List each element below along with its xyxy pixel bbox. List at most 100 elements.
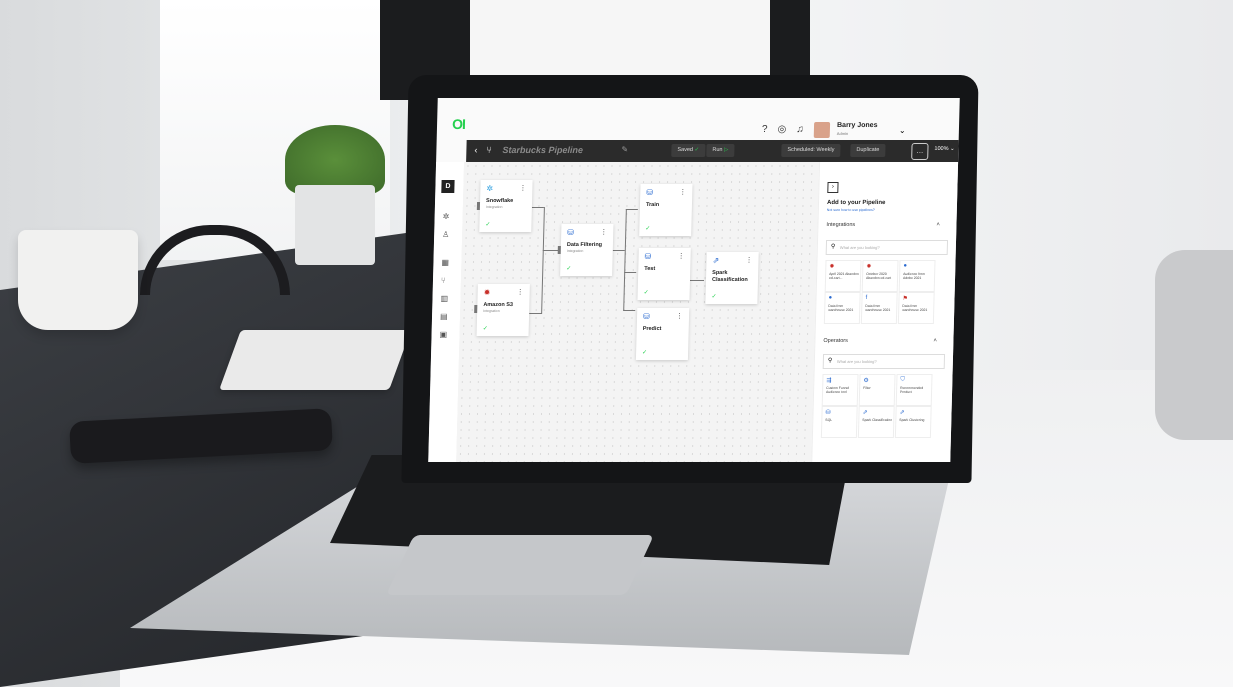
more-icon[interactable]: ⋮ <box>679 188 686 196</box>
saved-button[interactable]: Saved ✓ <box>671 144 706 157</box>
topbar-icons: ? ◎ ♫ <box>762 124 804 135</box>
snowflake-icon[interactable]: ✲ <box>443 212 450 221</box>
bar-chart-icon[interactable]: ▥ <box>440 294 448 303</box>
node-amazon-s3[interactable]: ✹ ⋮ Amazon S3 Integration ✓ <box>476 284 530 336</box>
operator-card[interactable]: ⇶ Custom Funnel Audience tool <box>821 374 859 406</box>
integration-card[interactable]: ⚑ Data from warehouse 2021 <box>897 292 935 324</box>
chevron-down-icon[interactable]: ⌄ <box>899 126 906 135</box>
operator-label: Filter <box>863 386 871 390</box>
connector-line <box>612 250 625 251</box>
saved-label: Saved <box>677 147 694 153</box>
more-icon[interactable]: ⋮ <box>678 252 685 260</box>
connector-line <box>542 250 559 251</box>
keyboard <box>219 330 411 390</box>
node-train[interactable]: ⛁ ⋮ Train ✓ <box>639 184 693 236</box>
integration-card[interactable]: ✹ October 2020 Abandon ed-cart <box>861 260 899 292</box>
pipeline-toolbar: ‹ ⑂ Starbucks Pipeline ✎ Saved ✓ Run ▷ S… <box>466 140 959 162</box>
database-icon: ⛁ <box>567 228 575 237</box>
connector-line <box>689 280 704 281</box>
chart-icon: ⇗ <box>899 410 905 416</box>
terminal-icon[interactable]: ▣ <box>439 330 447 339</box>
pipeline-canvas[interactable]: ✲ ⋮ Snowflake Integration ✓ ✹ ⋮ Amazon S… <box>456 162 820 462</box>
pipeline-icon: ⑂ <box>486 145 492 155</box>
report-icon[interactable]: ▤ <box>440 312 448 321</box>
aws-icon: ✹ <box>483 288 491 297</box>
eye-off-icon[interactable]: ◎ <box>777 124 786 135</box>
user-icon[interactable]: ♙ <box>442 230 449 239</box>
node-label: Predict <box>642 326 662 332</box>
run-label: Run <box>712 147 723 153</box>
chevron-up-icon[interactable]: ˄ <box>936 222 940 228</box>
node-type: Integration <box>566 249 584 253</box>
app-logo[interactable]: OI <box>452 116 465 132</box>
operators-heading[interactable]: Operators <box>823 338 848 344</box>
integration-card[interactable]: ✹ April 2021 Abandon ed-cart... <box>824 260 862 292</box>
more-icon[interactable]: ⋮ <box>600 228 607 236</box>
zoom-select[interactable]: 100% ⌄ <box>934 146 954 152</box>
database-icon: ⛁ <box>825 410 831 416</box>
operator-card[interactable]: ⛉ Recommended Product <box>895 374 933 406</box>
integration-card[interactable]: ● Audience from Adobe 2021 <box>898 260 936 292</box>
integration-card[interactable]: f Data from warehouse 2021 <box>860 292 898 324</box>
help-link[interactable]: Not sure how to use pipelines? <box>827 208 875 212</box>
check-icon: ✓ <box>642 350 648 356</box>
input-port[interactable] <box>474 305 478 313</box>
more-icon[interactable]: ⋮ <box>519 184 526 192</box>
workspace-badge[interactable]: D <box>441 180 455 193</box>
more-icon[interactable]: ⋮ <box>517 288 524 296</box>
node-label: Data Filtering <box>566 242 603 248</box>
zoom-value: 100% <box>934 146 949 152</box>
operators-search[interactable]: ⚲ What are you looking? <box>822 354 946 369</box>
more-icon[interactable]: ⋮ <box>676 312 683 320</box>
node-predict[interactable]: ⛁ ⋮ Predict ✓ <box>635 308 690 360</box>
facebook-icon: f <box>865 295 868 301</box>
pipeline-icon[interactable]: ⑂ <box>441 276 446 285</box>
connector-line <box>541 207 545 313</box>
aws-icon: ✹ <box>829 264 835 270</box>
input-port[interactable] <box>476 202 481 210</box>
node-data-filtering[interactable]: ⛁ ⋮ Data Filtering Integration ✓ <box>560 224 614 276</box>
check-circle-icon: ✓ <box>694 147 700 153</box>
avatar[interactable] <box>813 122 831 138</box>
operator-card[interactable]: ⇗ Spark Classification <box>857 406 895 438</box>
node-snowflake[interactable]: ✲ ⋮ Snowflake Integration ✓ <box>479 180 533 232</box>
schedule-button[interactable]: Scheduled: Weekly <box>781 144 841 157</box>
aws-icon: ✹ <box>866 264 872 270</box>
more-icon[interactable]: ⋮ <box>745 256 752 264</box>
back-icon[interactable]: ‹ <box>474 145 477 155</box>
bell-icon[interactable]: ♫ <box>796 124 804 135</box>
pipeline-title[interactable]: Starbucks Pipeline <box>502 145 583 155</box>
grid-icon[interactable]: ▦ <box>441 258 449 267</box>
funnel-icon: ⇶ <box>826 378 832 384</box>
operator-card[interactable]: ⇗ Spark Clustering <box>894 406 932 438</box>
pencil-icon[interactable]: ✎ <box>621 145 628 154</box>
operator-label: Recommended Product <box>900 386 924 394</box>
user-role: Admin <box>836 131 849 136</box>
help-icon[interactable]: ? <box>762 124 768 135</box>
laptop-screen: OI ? ◎ ♫ Barry Jones Admin ⌄ ‹ ⑂ Starbuc… <box>428 98 960 462</box>
collapse-panel-icon[interactable]: › <box>827 182 839 193</box>
node-test[interactable]: ⛁ ⋮ Test ✓ <box>637 248 691 300</box>
integration-card[interactable]: ● Data from warehouse 2021 <box>823 292 861 324</box>
input-port[interactable] <box>557 246 561 254</box>
integrations-search[interactable]: ⚲ What are you looking? <box>825 240 949 255</box>
connector-line <box>623 209 627 311</box>
adobe-icon: ● <box>903 263 908 269</box>
chat-icon[interactable]: … <box>911 143 929 160</box>
node-spark-classification[interactable]: ⇗ ⋮ Spark Classification ✓ <box>705 252 759 304</box>
database-icon: ⛁ <box>642 312 650 321</box>
coffee-mug <box>18 230 138 330</box>
run-button[interactable]: Run ▷ <box>706 144 735 157</box>
search-icon: ⚲ <box>830 244 836 250</box>
operator-card[interactable]: ⛁ SQL <box>820 406 858 438</box>
laptop-trackpad <box>386 535 654 595</box>
search-icon: ⚲ <box>827 358 833 364</box>
check-icon: ✓ <box>482 326 488 332</box>
chevron-up-icon[interactable]: ˄ <box>933 338 937 344</box>
operator-card[interactable]: ⚙ Filter <box>858 374 896 406</box>
integrations-heading[interactable]: Integrations <box>826 222 855 228</box>
duplicate-button[interactable]: Duplicate <box>850 144 886 157</box>
lamp <box>1155 250 1233 440</box>
node-label: Spark Classification <box>711 270 748 283</box>
plant-pot <box>295 185 375 265</box>
